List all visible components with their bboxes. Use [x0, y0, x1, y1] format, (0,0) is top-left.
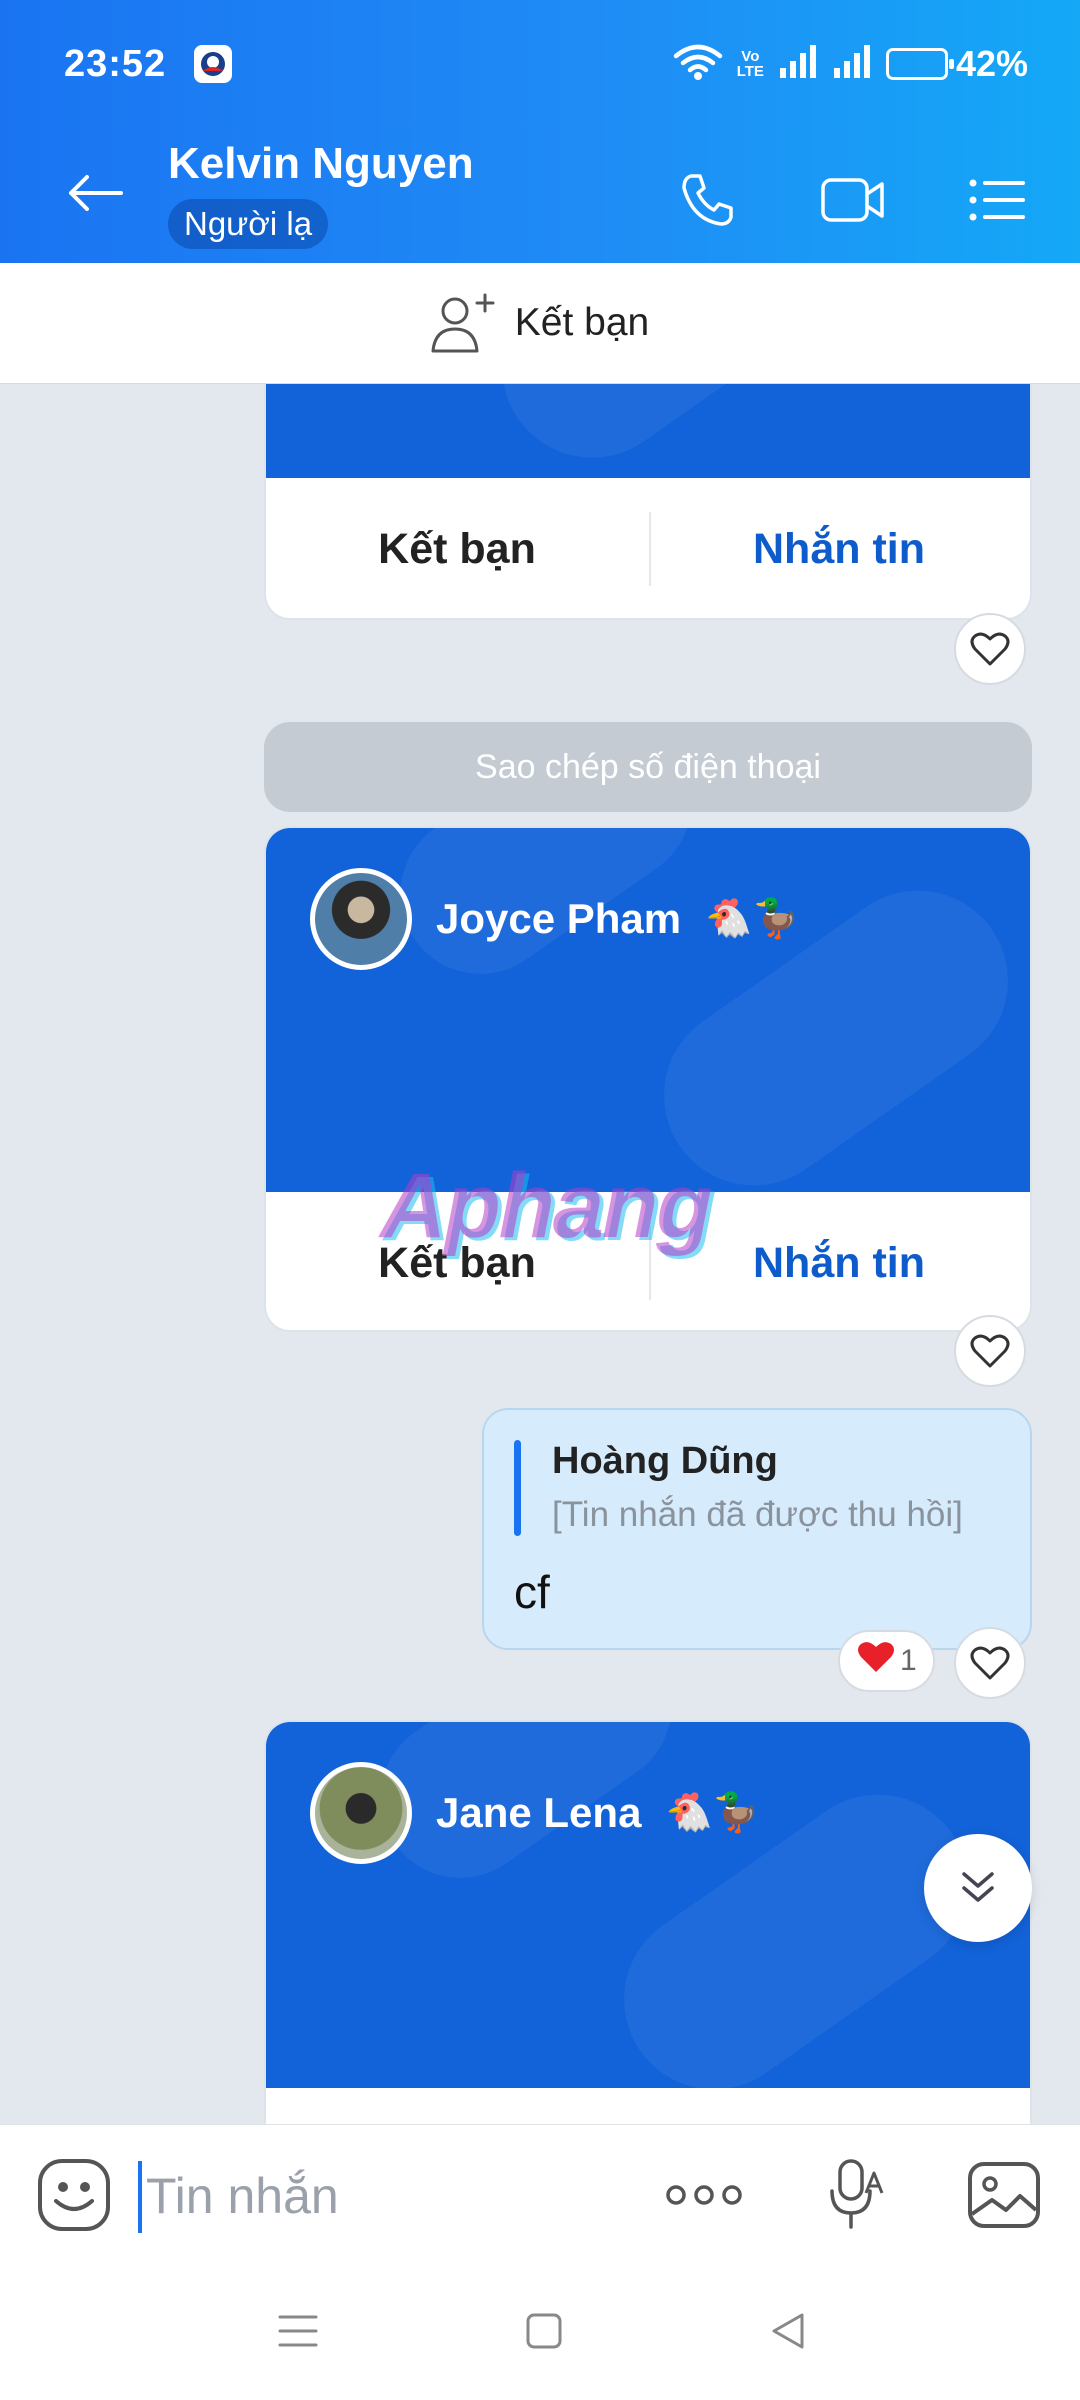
- video-call-button[interactable]: [818, 165, 888, 235]
- double-chevron-down-icon: [962, 1872, 994, 1902]
- card-contact-name: Jane Lena: [436, 1789, 642, 1836]
- volte-label: Vo LTE: [736, 48, 764, 80]
- card-message-button[interactable]: Nhắn tin: [648, 478, 1030, 618]
- menu-lines-icon: [278, 2315, 318, 2347]
- add-friend-bar[interactable]: Kết bạn: [0, 263, 1080, 384]
- emoji-button[interactable]: [34, 2155, 114, 2235]
- battery-indicator: 42%: [885, 43, 1028, 85]
- microphone-icon: [830, 2159, 884, 2229]
- wifi-icon: [673, 43, 723, 86]
- image-button[interactable]: [964, 2155, 1044, 2235]
- more-button[interactable]: [664, 2155, 744, 2235]
- app-notification-icon: [194, 45, 233, 83]
- back-nav-button[interactable]: [758, 2306, 818, 2356]
- more-dots-icon: [666, 2185, 742, 2205]
- scroll-to-bottom-button[interactable]: [924, 1834, 1032, 1942]
- card-banner: Joyce Pham 🐔🦆: [266, 828, 1030, 1192]
- image-gallery-icon: [968, 2162, 1040, 2228]
- contact-name[interactable]: Kelvin Nguyen: [168, 139, 474, 189]
- recent-apps-button[interactable]: [268, 2306, 328, 2356]
- message-text: cf: [514, 1566, 550, 1618]
- heart-reaction-icon: [856, 1639, 896, 1683]
- system-navigation-bar: [0, 2264, 1080, 2400]
- stranger-badge: Người lạ: [168, 199, 329, 249]
- reaction-count: 1: [900, 1644, 917, 1677]
- card-profile[interactable]: Jane Lena 🐔🦆: [310, 1762, 760, 1864]
- menu-button[interactable]: [962, 165, 1032, 235]
- avatar[interactable]: [310, 868, 412, 970]
- list-menu-icon: [969, 179, 1025, 221]
- card-banner: Jane Lena 🐔🦆: [266, 1722, 1030, 2088]
- quote-bar: [514, 1440, 521, 1536]
- voice-button[interactable]: [816, 2155, 896, 2235]
- chat-area[interactable]: Kết bạn Nhắn tin Sao chép số điện thoại …: [0, 384, 1080, 2124]
- add-person-icon: [431, 293, 495, 353]
- square-icon: [526, 2313, 562, 2349]
- avatar[interactable]: [310, 1762, 412, 1864]
- back-button[interactable]: [60, 163, 130, 223]
- sticker-smile-icon: [38, 2159, 110, 2231]
- text-cursor: [138, 2161, 142, 2233]
- add-friend-label: Kết bạn: [514, 301, 650, 344]
- chat-nav: Kelvin Nguyen Người lạ: [0, 135, 1080, 255]
- heart-outline-icon: [970, 632, 1010, 666]
- card-emojis: 🐔🦆: [705, 898, 800, 940]
- battery-percent: 42%: [955, 43, 1028, 84]
- triangle-back-icon: [772, 2313, 804, 2349]
- copy-phone-label: Sao chép số điện thoại: [475, 747, 821, 786]
- like-button[interactable]: [954, 1627, 1026, 1699]
- card-contact-name: Joyce Pham: [436, 895, 682, 942]
- arrow-left-icon: [69, 175, 123, 211]
- message-bubble[interactable]: Hoàng Dũng [Tin nhắn đã được thu hồi] cf: [482, 1408, 1032, 1650]
- like-button[interactable]: [954, 613, 1026, 685]
- status-time: 23:52: [64, 42, 167, 85]
- chat-header: 23:52 Vo LTE 42% Kelvin Nguyen Người lạ: [0, 0, 1080, 263]
- signal-icon-1: [778, 44, 818, 85]
- contact-card: Kết bạn Nhắn tin: [264, 384, 1032, 620]
- like-button[interactable]: [954, 1315, 1026, 1387]
- reaction-badge[interactable]: 1: [838, 1630, 935, 1692]
- quote-text: [Tin nhắn đã được thu hồi]: [552, 1495, 963, 1534]
- call-button[interactable]: [672, 165, 742, 235]
- battery-icon: [885, 48, 954, 80]
- signal-icon-2: [832, 44, 872, 85]
- video-camera-icon: [821, 178, 884, 222]
- card-emojis: 🐔🦆: [665, 1792, 761, 1834]
- home-button[interactable]: [514, 2306, 574, 2356]
- heart-outline-icon: [970, 1334, 1010, 1368]
- heart-outline-icon: [970, 1646, 1010, 1680]
- card-add-friend-button[interactable]: Kết bạn: [266, 478, 648, 618]
- phone-icon: [682, 174, 733, 226]
- card-banner: [266, 384, 1030, 478]
- copy-phone-pill[interactable]: Sao chép số điện thoại: [264, 722, 1032, 812]
- quote-sender: Hoàng Dũng: [552, 1440, 778, 1482]
- message-input-bar: Tin nhắn: [0, 2124, 1080, 2264]
- card-profile[interactable]: Joyce Pham 🐔🦆: [310, 868, 800, 970]
- contact-card: Jane Lena 🐔🦆: [264, 1720, 1032, 2124]
- message-input[interactable]: Tin nhắn: [146, 2167, 339, 2225]
- watermark-logo: Aphang: [380, 1155, 712, 1257]
- status-bar: 23:52 Vo LTE 42%: [64, 36, 1028, 92]
